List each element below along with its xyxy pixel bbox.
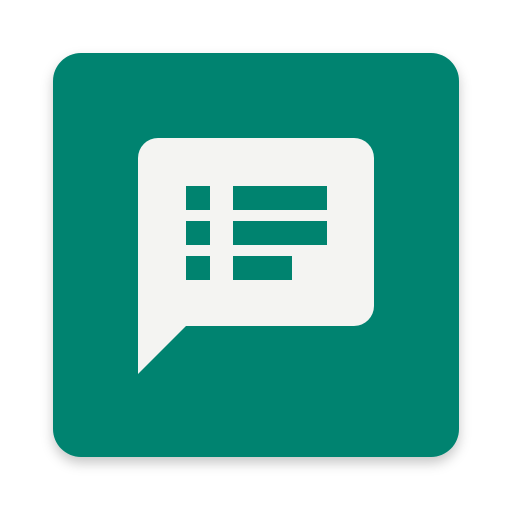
feedback-list-icon[interactable] bbox=[0, 0, 512, 512]
app-icon-canvas bbox=[0, 0, 512, 512]
list-line-2 bbox=[233, 221, 327, 245]
list-bullet-3 bbox=[186, 256, 210, 280]
list-bullet-1 bbox=[186, 186, 210, 210]
list-line-3 bbox=[233, 256, 292, 280]
list-line-1 bbox=[233, 186, 327, 210]
list-bullet-2 bbox=[186, 221, 210, 245]
